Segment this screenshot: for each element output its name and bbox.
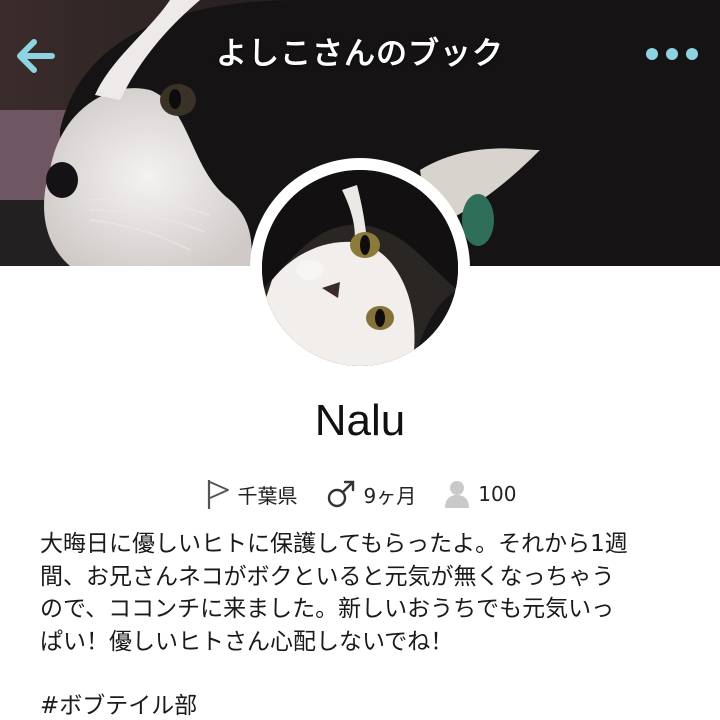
profile-bio: 大晦日に優しいヒトに保護してもらったよ。それから1週 間、お兄さんネコがボクといる… [40,528,690,658]
avatar[interactable] [250,158,470,378]
more-button[interactable] [642,34,702,74]
top-bar: よしこさんのブック [0,0,720,104]
bio-line: 間、お兄さんネコがボクといると元気が無くなっちゃう [40,563,615,590]
followers-count: 100 [478,482,517,506]
more-dots-icon [646,48,698,60]
location-text: 千葉県 [237,483,298,508]
avatar-cat-image [262,170,458,366]
page-title: よしこさんのブック [216,36,504,72]
person-icon [445,481,470,508]
profile-meta: 千葉県 9ヶ月 100 [0,474,720,514]
male-icon [327,480,354,508]
followers-info[interactable]: 100 [444,479,516,509]
bio-line: ぱい！優しいヒトさん心配しないでね！ [40,628,454,655]
bio-line: ので、ココンチに来ました。新しいおうちでも元気いっ [40,596,615,622]
profile-name: Nalu [314,396,406,445]
hashtag-link[interactable]: #ボブテイル部 [40,686,197,720]
age-info: 9ヶ月 [326,479,417,509]
bio-line: 大晦日に優しいヒトに保護してもらったよ。それから1週 [40,531,628,557]
location-info: 千葉県 [204,478,298,510]
age-text: 9ヶ月 [363,483,417,508]
flag-icon [207,480,229,509]
